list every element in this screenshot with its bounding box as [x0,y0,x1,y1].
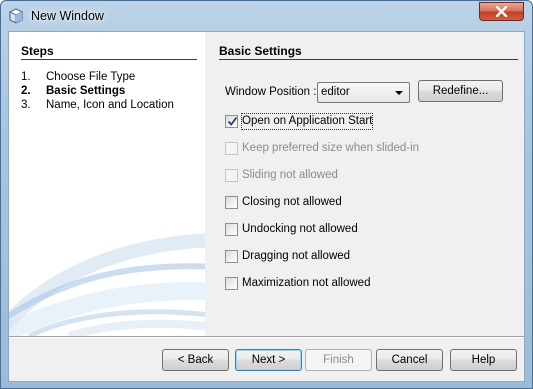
checkbox-label: Closing not allowed [242,196,342,208]
checkbox-label: Keep preferred size when slided-in [242,142,420,154]
swoosh-decoration [9,233,205,336]
check-icon [227,116,238,126]
checkbox-label: Sliding not allowed [242,169,338,181]
checkbox-box[interactable] [225,115,238,128]
steps-heading: Steps [21,44,54,58]
footer-divider [9,336,524,338]
window-position-label: Window Position : [225,86,317,98]
checkbox-box[interactable] [225,277,238,290]
redefine-button[interactable]: Redefine... [418,80,503,102]
step-number: 2. [21,85,31,97]
checkbox-box[interactable] [225,196,238,209]
step-label: Choose File Type [46,71,136,83]
finish-button[interactable]: Finish [305,349,372,371]
checkbox-label: Dragging not allowed [242,250,351,262]
window-title: New Window [31,9,104,23]
checkbox-box[interactable] [225,223,238,236]
steps-panel: Steps 1. Choose File Type 2. Basic Setting… [9,32,205,336]
step-item: 1. Choose File Type [21,70,174,84]
step-label: Basic Settings [46,85,126,97]
help-button[interactable]: Help [450,349,517,371]
checkbox-label: Open on Application Start [240,113,374,130]
steps-divider [21,59,197,60]
step-item: 3. Name, Icon and Location [21,98,174,112]
checkbox-box[interactable] [225,142,238,155]
checkbox-label: Undocking not allowed [242,223,358,235]
settings-divider [219,59,518,60]
cancel-button[interactable]: Cancel [376,349,443,371]
window-position-value: editor [321,86,350,98]
close-button[interactable] [479,2,524,21]
checkbox-label: Maximization not allowed [242,277,371,289]
chevron-down-icon [395,91,403,95]
step-label: Name, Icon and Location [46,99,174,111]
title-bar[interactable]: New Window [1,1,532,31]
next-button[interactable]: Next > [235,349,302,371]
step-item-current: 2. Basic Settings [21,84,174,98]
back-button[interactable]: < Back [162,349,229,371]
netbeans-cube-icon [9,8,23,24]
dialog-content: Steps 1. Choose File Type 2. Basic Setting… [8,31,525,382]
settings-heading: Basic Settings [219,44,302,58]
steps-list: 1. Choose File Type 2. Basic Settings 3. Na… [21,70,174,112]
checkbox-box[interactable] [225,250,238,263]
checkbox-box[interactable] [225,169,238,182]
step-number: 1. [21,71,31,83]
step-number: 3. [21,99,31,111]
dialog-window: New Window Steps 1. Choose File Type 2. Ba… [0,0,533,389]
close-icon [495,6,508,17]
window-position-select[interactable]: editor [317,82,410,103]
